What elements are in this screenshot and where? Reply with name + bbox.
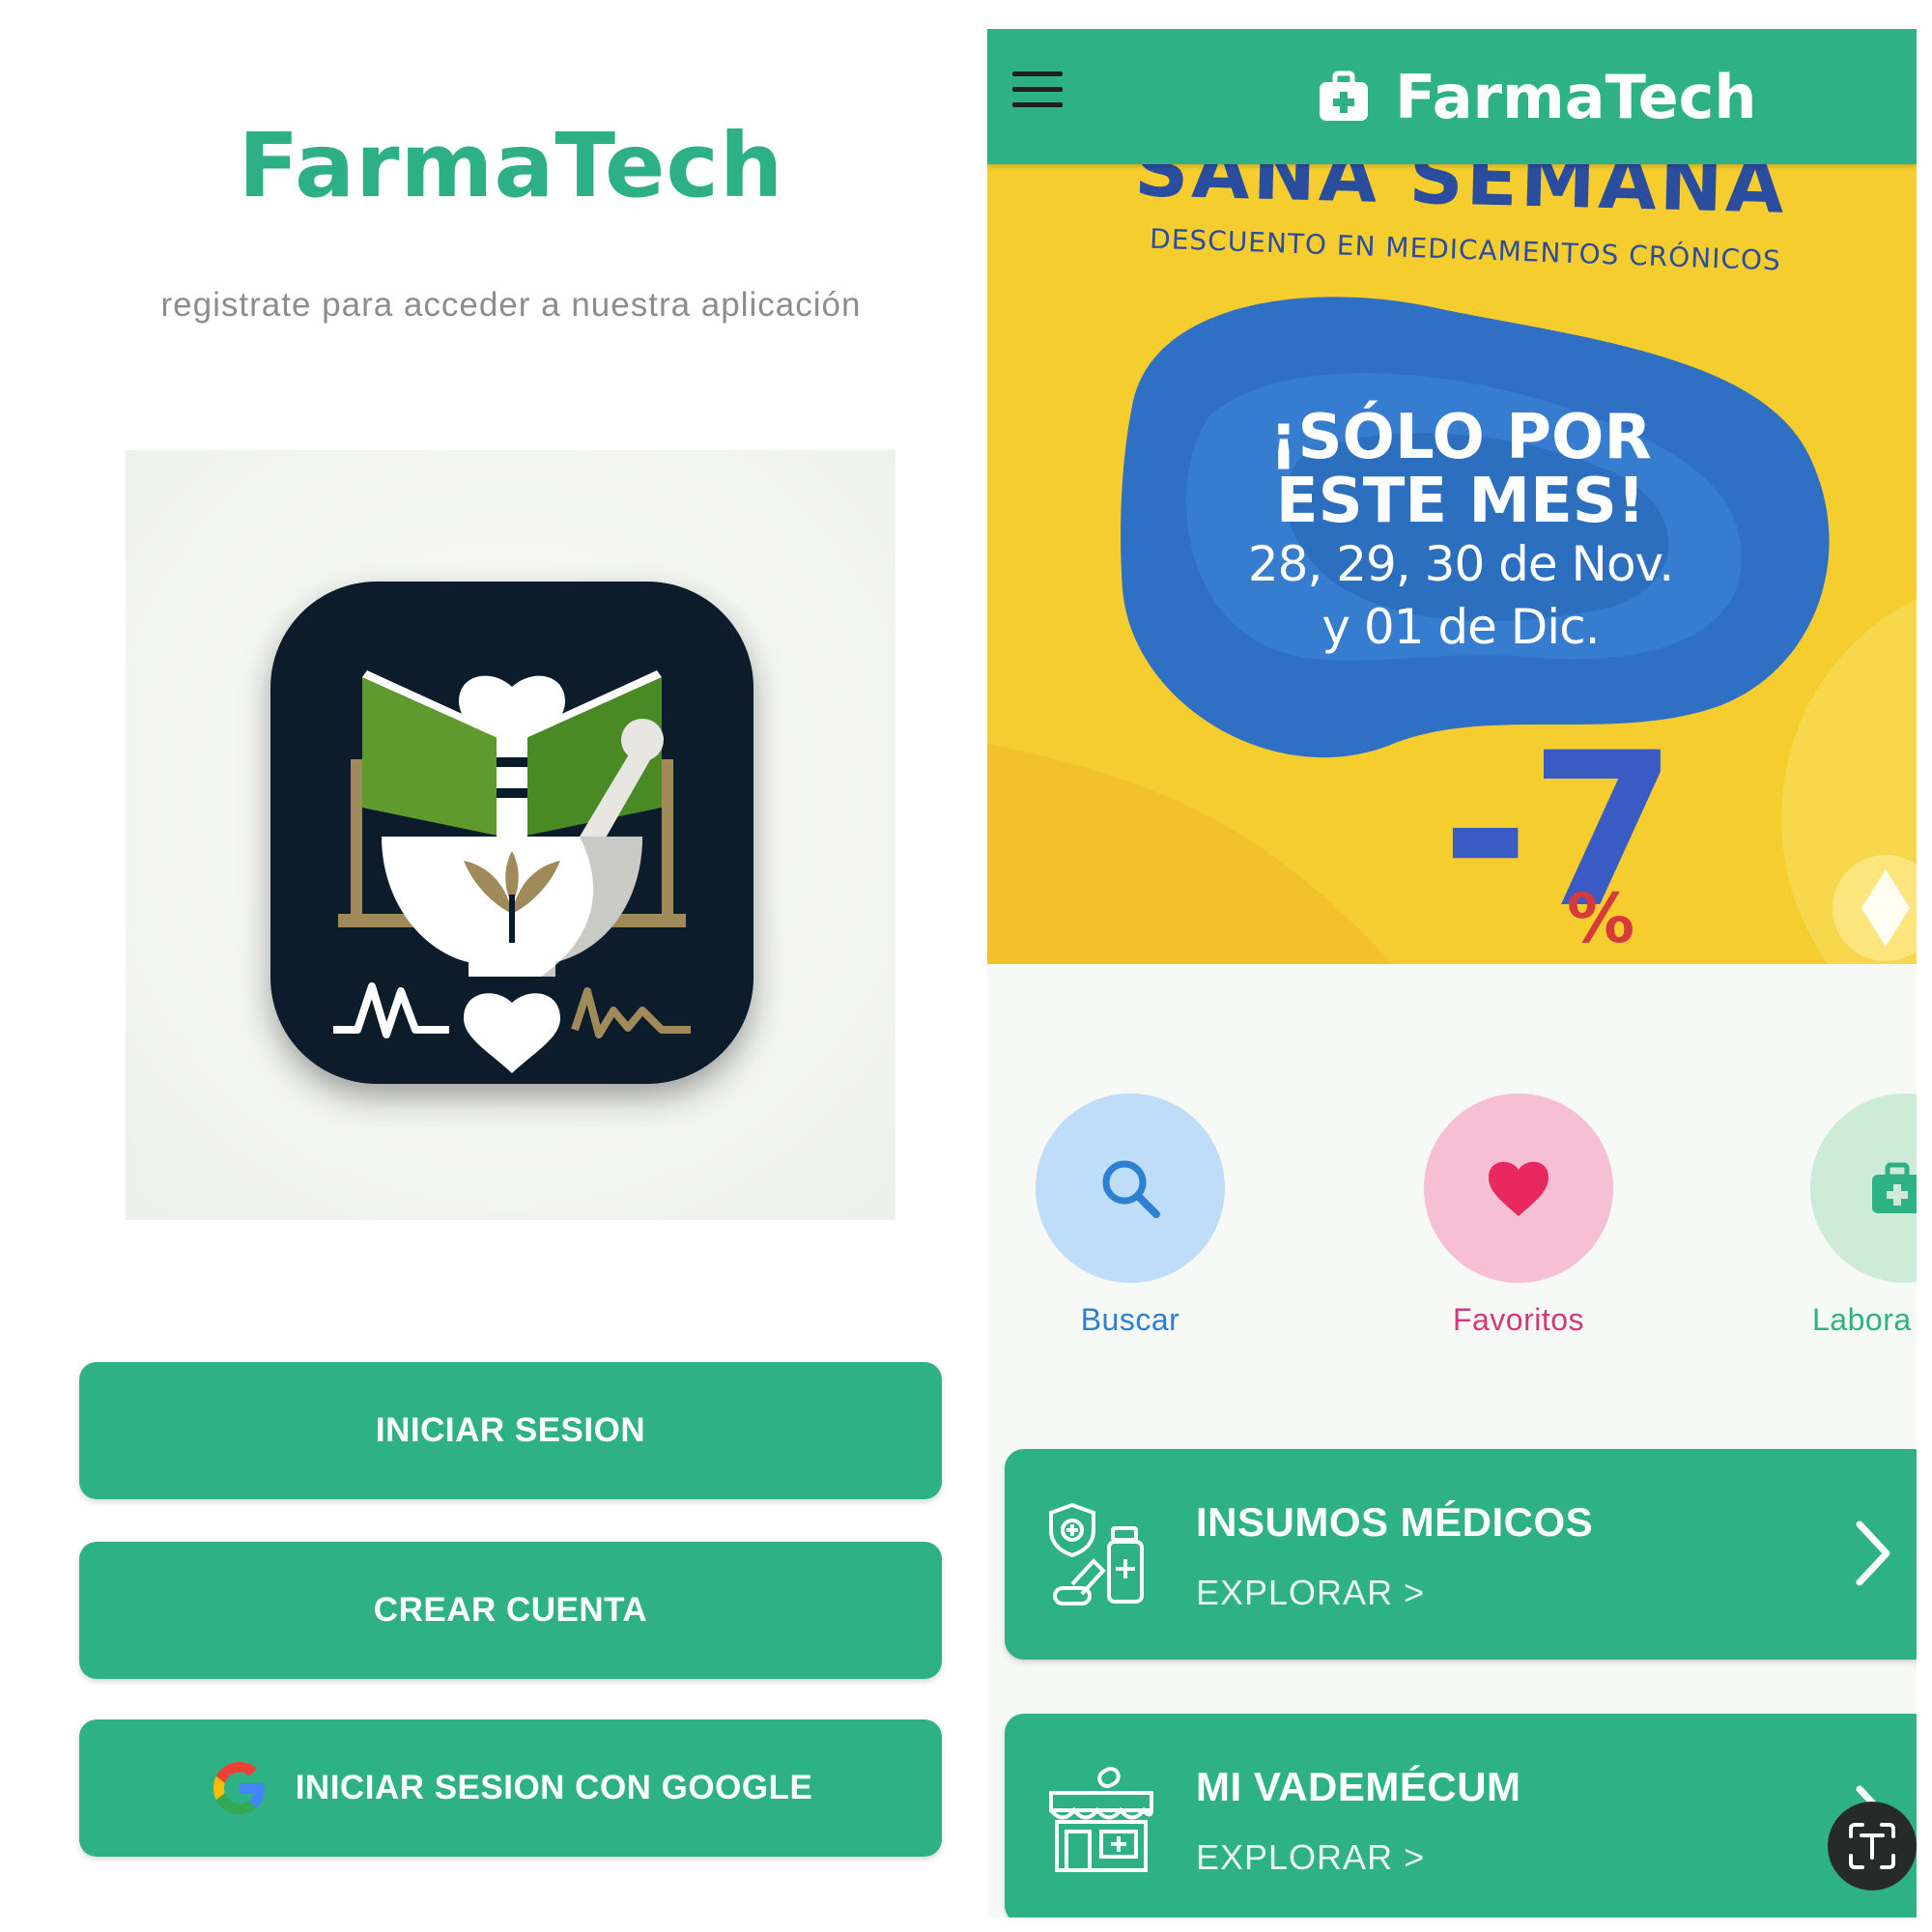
login-screen: FarmaTech registrate para acceder a nues… — [0, 0, 976, 1932]
app-title: FarmaTech — [238, 114, 784, 217]
create-account-button-label: CREAR CUENTA — [373, 1591, 648, 1629]
heart-icon — [1489, 1161, 1548, 1216]
login-subtitle: registrate para acceder a nuestra aplica… — [160, 286, 862, 324]
app-bar-brand: FarmaTech — [1316, 50, 1757, 143]
shortcut-laboratories-label: Labora — [1812, 1302, 1912, 1337]
medical-supplies-icon — [1049, 1502, 1144, 1605]
shortcut-laboratories[interactable]: Labora — [1808, 1094, 1917, 1338]
app-bar: FarmaTech — [987, 29, 1917, 164]
category-card-vademecum[interactable]: MI VADEMÉCUM EXPLORAR > — [1005, 1714, 1917, 1918]
promo-percent-sign: % — [1567, 879, 1635, 958]
category-card-title: MI VADEMÉCUM — [1196, 1764, 1521, 1809]
shortcut-laboratories-circle[interactable] — [1810, 1094, 1917, 1283]
shortcut-search-label: Buscar — [1080, 1302, 1180, 1337]
hamburger-menu-icon[interactable] — [1012, 71, 1063, 122]
promo-offer-text: ¡SÓLO POR ESTE MES! — [1269, 402, 1652, 537]
home-screen: FarmaTech SANA SEMANA DESCUENTO EN MEDIC… — [987, 29, 1917, 1918]
shortcut-favorites-circle[interactable] — [1424, 1094, 1613, 1283]
promo-dates-line1: 28, 29, 30 de Nov. — [1247, 536, 1674, 592]
promo-banner[interactable]: SANA SEMANA DESCUENTO EN MEDICAMENTOS CR… — [987, 164, 1917, 964]
text-scan-button[interactable] — [1828, 1802, 1917, 1890]
google-icon — [213, 1762, 265, 1814]
pharmacy-store-icon — [1049, 1767, 1153, 1872]
chevron-right-icon[interactable] — [1850, 1517, 1896, 1590]
app-bar-title: FarmaTech — [1395, 61, 1757, 132]
category-card-title: INSUMOS MÉDICOS — [1196, 1499, 1594, 1545]
google-login-button-label: INICIAR SESION CON GOOGLE — [295, 1769, 813, 1806]
medical-kit-icon — [1872, 1162, 1917, 1213]
shortcut-favorites-label: Favoritos — [1452, 1302, 1585, 1337]
create-account-button[interactable]: CREAR CUENTA — [79, 1542, 942, 1679]
shortcut-search[interactable]: Buscar — [1034, 1094, 1227, 1338]
category-card-explore-link[interactable]: EXPLORAR > — [1196, 1573, 1425, 1613]
pharmacy-logo-icon — [270, 582, 753, 1084]
category-card-explore-link[interactable]: EXPLORAR > — [1196, 1837, 1425, 1878]
google-login-button[interactable]: INICIAR SESION CON GOOGLE — [79, 1719, 942, 1857]
shortcut-search-circle[interactable] — [1036, 1094, 1225, 1283]
category-card-medical-supplies[interactable]: INSUMOS MÉDICOS EXPLORAR > — [1005, 1449, 1917, 1660]
shortcut-favorites[interactable]: Favoritos — [1422, 1094, 1615, 1338]
login-button[interactable]: INICIAR SESION — [79, 1362, 942, 1499]
promo-dates-line2: y 01 de Dic. — [1321, 599, 1600, 655]
search-icon — [1102, 1160, 1160, 1218]
text-scan-icon — [1849, 1823, 1895, 1869]
login-button-label: INICIAR SESION — [375, 1411, 646, 1449]
app-logo — [126, 450, 895, 1220]
medical-kit-icon — [1320, 71, 1368, 121]
